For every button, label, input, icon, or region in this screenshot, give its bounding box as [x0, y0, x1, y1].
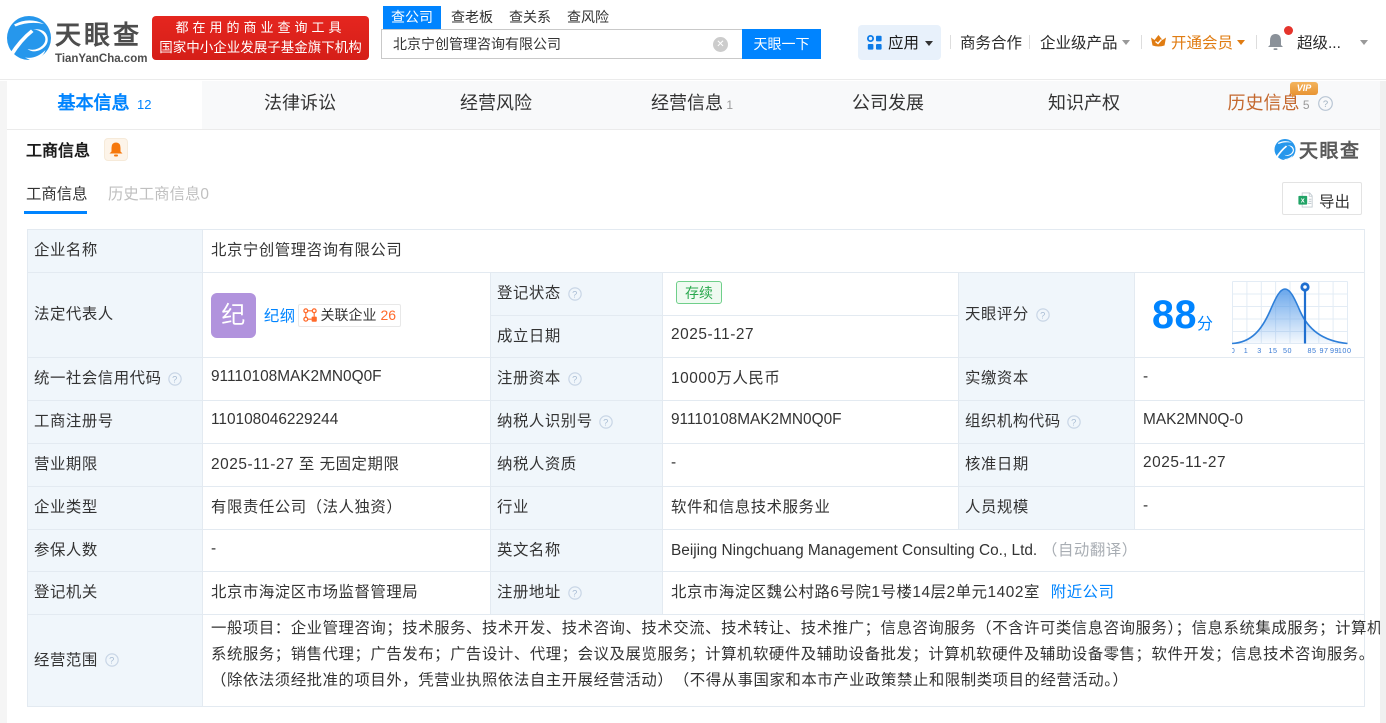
svg-text:天眼查: 天眼查 — [55, 20, 142, 50]
svg-text:TianYanCha.com: TianYanCha.com — [55, 53, 147, 65]
svg-text:?: ? — [1040, 310, 1046, 320]
svg-text:?: ? — [572, 374, 578, 384]
svg-text:0: 0 — [1232, 346, 1235, 355]
svg-text:?: ? — [1322, 99, 1327, 110]
svg-text:?: ? — [109, 655, 115, 665]
svg-text:?: ? — [1072, 417, 1078, 427]
svg-text:?: ? — [572, 289, 578, 299]
svg-text:3: 3 — [1258, 346, 1263, 355]
svg-text:?: ? — [173, 374, 179, 384]
svg-text:天眼查: 天眼查 — [1299, 139, 1361, 161]
svg-text:97: 97 — [1320, 346, 1329, 355]
svg-text:50: 50 — [1283, 346, 1292, 355]
svg-text:100: 100 — [1338, 346, 1352, 355]
svg-text:85: 85 — [1308, 346, 1317, 355]
svg-text:15: 15 — [1269, 346, 1278, 355]
svg-text:x: x — [1301, 197, 1305, 205]
svg-text:?: ? — [572, 588, 578, 598]
svg-text:?: ? — [604, 417, 610, 427]
svg-text:1: 1 — [1244, 346, 1249, 355]
